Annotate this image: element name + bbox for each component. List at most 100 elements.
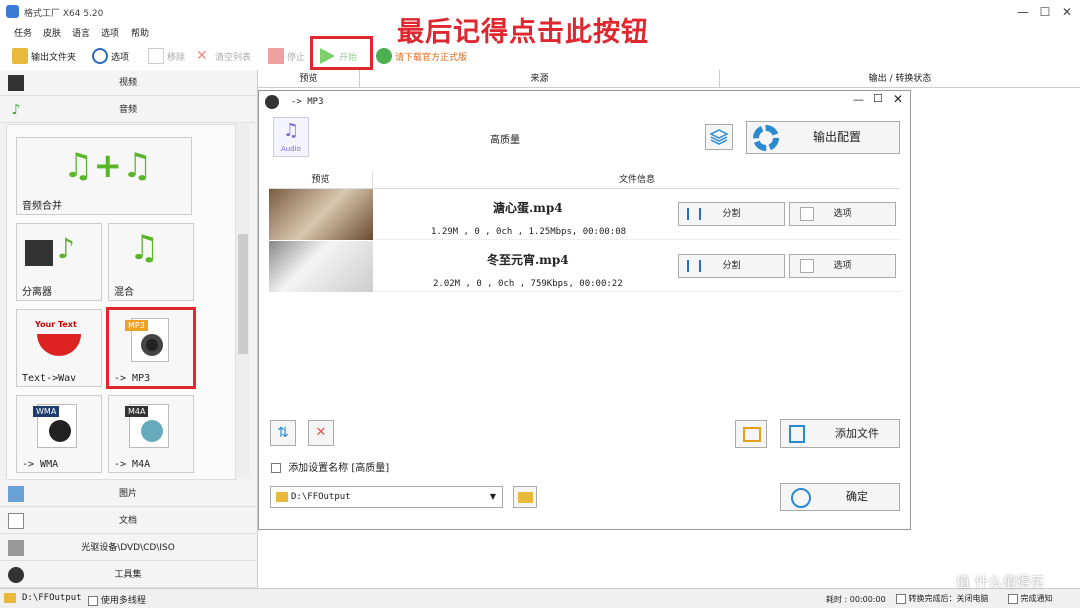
dialog-maximize-button[interactable]: ☐ [873, 92, 883, 105]
browse-folder-button[interactable] [513, 486, 537, 508]
category-optical-label: 光驱设备\DVD\CD\ISO [81, 543, 175, 553]
remove-button[interactable]: 移除 [148, 46, 185, 66]
disc-icon [141, 334, 163, 356]
multithread-label: 使用多线程 [100, 596, 146, 606]
dialog-close-button[interactable]: ✕ [893, 92, 903, 106]
category-audio[interactable]: ♪ 音频 [0, 97, 256, 123]
menu-task[interactable]: 任务 [14, 26, 32, 39]
file-options-button[interactable]: 选项 [789, 254, 896, 278]
file-settings-icon [800, 207, 814, 221]
shutdown-checkbox[interactable]: 转换完成后：关闭电脑 [896, 593, 989, 604]
file-column-info[interactable]: 文件信息 [373, 171, 901, 189]
stop-label: 停止 [287, 52, 306, 63]
file-options-label: 选项 [833, 209, 852, 219]
music-join-icon: ♫+♫ [63, 146, 153, 186]
file-row[interactable]: 冬至元宵.mp4 2.02M , 0 , 0ch , 759Kbps, 00:0… [269, 241, 901, 292]
minimize-button[interactable]: — [1012, 2, 1034, 22]
add-file-button[interactable]: 添加文件 [780, 419, 900, 448]
check-icon [791, 488, 811, 508]
add-setting-name-checkbox[interactable]: 添加设置名称 [高质量] [271, 459, 389, 474]
checkbox[interactable] [88, 595, 98, 606]
category-audio-label: 音频 [118, 105, 137, 115]
maximize-button[interactable]: ☐ [1034, 2, 1056, 22]
menu-skin[interactable]: 皮肤 [43, 26, 61, 39]
tile-to-wma[interactable]: WMA -> WMA [16, 395, 102, 473]
add-file-label: 添加文件 [835, 427, 879, 440]
file-column-preview[interactable]: 预览 [269, 171, 373, 189]
audio-format-icon: ♫ Audio [273, 117, 309, 157]
column-preview[interactable]: 预览 [258, 70, 360, 88]
menu-options[interactable]: 选项 [101, 26, 119, 39]
ok-button[interactable]: 确定 [780, 483, 900, 511]
notify-checkbox[interactable]: 完成通知 [1008, 593, 1053, 604]
folder-icon [518, 492, 533, 503]
category-image[interactable]: 图片 [0, 481, 256, 507]
clear-list-label: 清空列表 [215, 52, 252, 63]
m4a-badge: M4A [125, 406, 149, 417]
close-button[interactable]: ✕ [1056, 2, 1078, 22]
ok-label: 确定 [846, 490, 868, 503]
dialog-minimize-button[interactable]: — [853, 93, 864, 106]
output-config-label: 输出配置 [812, 130, 861, 144]
scrollbar-thumb[interactable] [238, 234, 248, 354]
tile-text-to-wav[interactable]: Your Text Text->Wav [16, 309, 102, 387]
sort-button[interactable]: ⇅ [270, 420, 296, 446]
document-icon [8, 513, 24, 529]
remove-file-button[interactable]: ✕ [308, 420, 334, 446]
status-output-path[interactable]: D:\FFOutput [22, 593, 82, 603]
tile-to-m4a[interactable]: M4A -> M4A [108, 395, 194, 473]
checkbox[interactable] [1008, 593, 1018, 604]
multithread-checkbox[interactable]: 使用多线程 [88, 593, 146, 606]
clear-list-button[interactable]: ✕ 清空列表 [196, 46, 251, 66]
output-config-button[interactable]: 输出配置 [746, 121, 900, 154]
category-tools[interactable]: 工具集 [0, 562, 256, 588]
tile-audio-join[interactable]: ♫+♫ 音频合并 [16, 137, 192, 215]
status-bar: D:\FFOutput 使用多线程 耗时 : 00:00:00 转换完成后：关闭… [0, 588, 1080, 608]
category-optical[interactable]: 光驱设备\DVD\CD\ISO [0, 535, 256, 561]
layers-button[interactable] [705, 124, 733, 150]
column-status[interactable]: 输出 / 转换状态 [720, 70, 1080, 88]
split-button[interactable]: 分割 [678, 202, 785, 226]
menu-help[interactable]: 帮助 [131, 26, 149, 39]
watermark: 值 什么值得买 [956, 575, 1045, 591]
tile-to-mp3[interactable]: MP3 -> MP3 [106, 307, 196, 389]
category-document[interactable]: 文档 [0, 508, 256, 534]
tile-audio-join-label: 音频合并 [22, 201, 62, 212]
delete-icon: ✕ [196, 48, 208, 64]
download-link[interactable]: 请下载官方正式版 [376, 46, 467, 66]
delete-icon: ✕ [315, 425, 327, 440]
audio-badge: Audio [281, 145, 301, 153]
file-options-button[interactable]: 选项 [789, 202, 896, 226]
checkbox[interactable] [271, 463, 281, 473]
video-thumbnail [269, 189, 373, 240]
menu-language[interactable]: 语言 [72, 26, 90, 39]
tools-icon [8, 567, 24, 583]
category-video[interactable]: 视频 [0, 70, 256, 96]
file-settings-icon [800, 259, 814, 273]
add-folder-button[interactable] [735, 420, 767, 448]
category-panel: 视频 ♪ 音频 ♫+♫ 音频合并 ♪ 分离器 ♫ 混合 Your Text Te… [0, 70, 258, 588]
options-button[interactable]: 选项 [92, 46, 129, 66]
add-folder-icon [743, 427, 761, 442]
column-source[interactable]: 来源 [360, 70, 720, 88]
add-file-icon [789, 425, 805, 443]
file-row[interactable]: 溏心蛋.mp4 1.29M , 0 , 0ch , 1.25Mbps, 00:0… [269, 189, 901, 240]
mp3-badge: MP3 [125, 320, 148, 331]
tile-splitter-label: 分离器 [22, 287, 52, 298]
tile-splitter[interactable]: ♪ 分离器 [16, 223, 102, 301]
app-icon [6, 5, 19, 18]
tile-scrollbar[interactable] [236, 124, 250, 478]
file-info: 2.02M , 0 , 0ch , 759Kbps, 00:00:22 [433, 279, 623, 289]
folder-icon [4, 593, 16, 603]
output-path-select[interactable]: D:\FFOutput ▼ [270, 486, 503, 508]
stop-icon [268, 48, 284, 64]
checkbox[interactable] [896, 593, 906, 604]
tile-mix[interactable]: ♫ 混合 [108, 223, 194, 301]
output-folder-button[interactable]: 输出文件夹 [12, 46, 76, 66]
tile-mix-label: 混合 [114, 287, 134, 298]
split-button[interactable]: 分割 [678, 254, 785, 278]
remove-label: 移除 [167, 52, 186, 63]
start-highlight-box [310, 36, 373, 70]
stop-button[interactable]: 停止 [268, 46, 305, 66]
wma-badge: WMA [33, 406, 60, 417]
